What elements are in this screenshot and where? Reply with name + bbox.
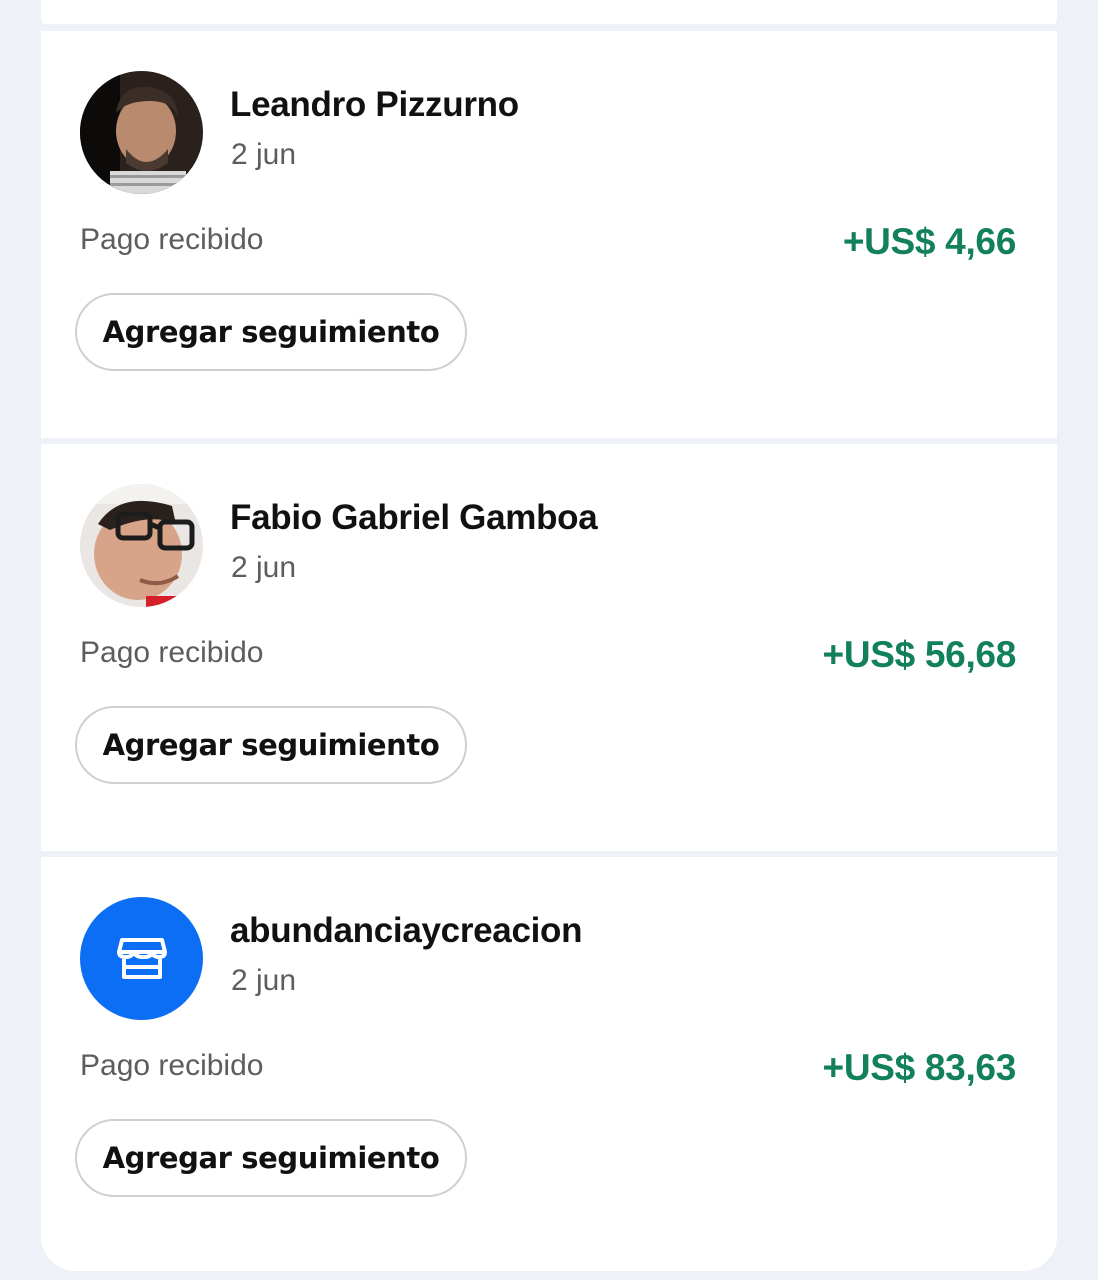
transaction-card[interactable]: Fabio Gabriel Gamboa 2 jun Pago recibido… <box>41 444 1057 851</box>
transaction-status: Pago recibido <box>80 636 264 669</box>
transaction-date: 2 jun <box>231 551 297 584</box>
transaction-status: Pago recibido <box>80 1049 264 1082</box>
transaction-date: 2 jun <box>231 138 297 171</box>
transaction-card[interactable]: Leandro Pizzurno 2 jun Pago recibido +US… <box>41 31 1057 438</box>
payer-name: Fabio Gabriel Gamboa <box>230 498 598 537</box>
add-follow-up-button[interactable]: Agregar seguimiento <box>75 706 467 784</box>
add-follow-up-button[interactable]: Agregar seguimiento <box>75 1119 467 1197</box>
avatar <box>80 484 203 607</box>
transaction-amount: +US$ 83,63 <box>822 1047 1017 1088</box>
transaction-list: Leandro Pizzurno 2 jun Pago recibido +US… <box>41 31 1057 1271</box>
transaction-status: Pago recibido <box>80 223 264 256</box>
transaction-amount: +US$ 56,68 <box>822 634 1017 675</box>
payer-name: abundanciaycreacion <box>230 911 583 950</box>
payer-name: Leandro Pizzurno <box>230 85 519 124</box>
transaction-card[interactable]: abundanciaycreacion 2 jun Pago recibido … <box>41 857 1057 1271</box>
add-follow-up-button[interactable]: Agregar seguimiento <box>75 293 467 371</box>
avatar <box>80 71 203 194</box>
transaction-date: 2 jun <box>231 964 297 997</box>
avatar <box>80 897 203 1020</box>
store-icon <box>116 937 167 981</box>
transaction-amount: +US$ 4,66 <box>842 221 1016 262</box>
previous-transaction-card <box>41 0 1057 24</box>
